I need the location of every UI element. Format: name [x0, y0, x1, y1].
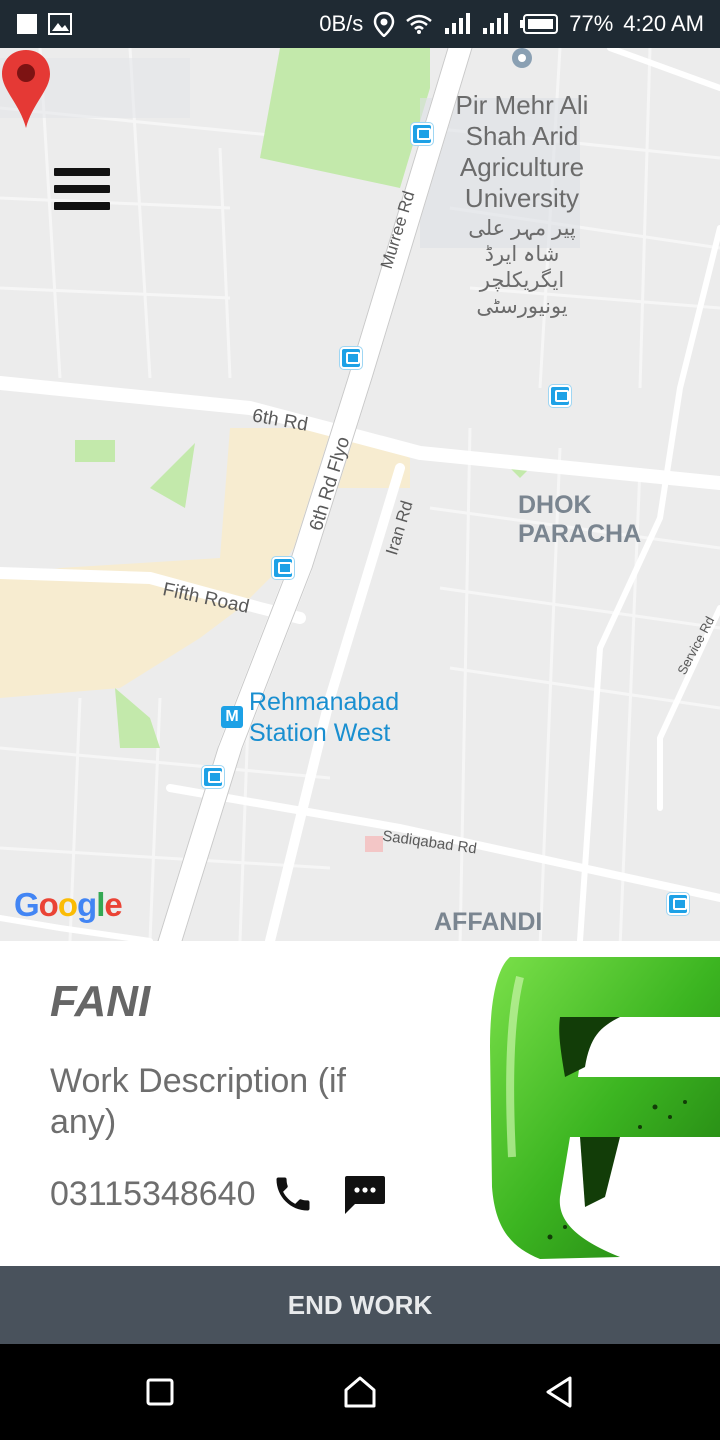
bus-stop-icon: [411, 123, 433, 145]
bus-stop-icon: [272, 557, 294, 579]
map-pin-icon[interactable]: [0, 48, 52, 130]
university-icon: [512, 48, 532, 68]
network-speed: 0B/s: [319, 11, 364, 36]
end-work-button[interactable]: END WORK: [0, 1266, 720, 1344]
bus-stop-icon: [202, 766, 224, 788]
metro-station-icon: M: [221, 706, 243, 728]
sms-icon[interactable]: [341, 1170, 389, 1218]
contact-row: 03115348640: [50, 1170, 389, 1218]
university-label: Pir Mehr Ali Shah Arid Agriculture Unive…: [455, 90, 589, 213]
home-icon[interactable]: [340, 1372, 380, 1412]
worker-info-panel: FANI Work Description (if any) 031153486…: [0, 941, 720, 1266]
bus-stop-icon: [667, 893, 689, 915]
phone-number: 03115348640: [50, 1174, 256, 1213]
notification-square-icon: [17, 14, 37, 34]
wifi-icon: [406, 14, 433, 34]
back-icon[interactable]: [540, 1372, 580, 1412]
signal-icon: [445, 13, 471, 34]
signal-icon: [483, 13, 509, 34]
bus-stop-icon: [340, 347, 362, 369]
bus-stop-icon: [549, 385, 571, 407]
app-logo: [490, 957, 720, 1259]
recent-apps-icon[interactable]: [140, 1372, 180, 1412]
hamburger-menu-icon[interactable]: [54, 168, 110, 216]
image-icon: [48, 13, 72, 35]
status-bar: 0B/s 77% 4:20 AM: [0, 0, 720, 48]
map-view[interactable]: Murree Rd 6th Rd 6th Rd Flyo Iran Rd Fif…: [0, 48, 720, 941]
university-label-urdu: پیر مہر علی شاہ ایرڈ ایگریکلچر یونیورسٹی: [468, 217, 576, 318]
location-icon: [373, 11, 395, 37]
battery-percent: 77%: [569, 11, 614, 36]
district-affandi: AFFANDI: [434, 908, 543, 936]
battery-icon: [520, 14, 559, 34]
worker-name: FANI: [50, 977, 151, 1026]
phone-icon[interactable]: [271, 1172, 315, 1216]
work-description: Work Description (if any): [50, 1062, 346, 1141]
clock: 4:20 AM: [623, 11, 704, 36]
google-attribution: Google: [14, 886, 123, 923]
station-label: Rehmanabad Station West: [249, 688, 400, 747]
district-dhok-paracha: DHOK PARACHA: [518, 491, 642, 548]
system-nav-bar: [0, 1344, 720, 1440]
screen: 0B/s 77% 4:20 AM Murree Rd 6th Rd 6th Rd…: [0, 0, 720, 1440]
